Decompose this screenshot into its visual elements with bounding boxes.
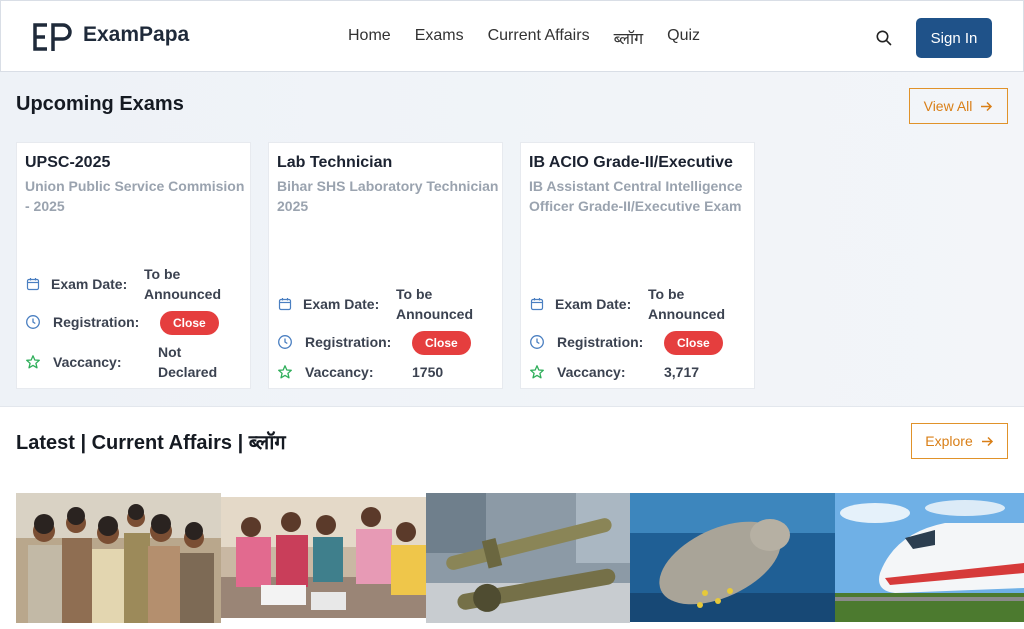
explore-button[interactable]: Explore xyxy=(911,423,1008,459)
latest-section-title: Latest | Current Affairs | ब्लॉग xyxy=(16,432,286,454)
registration-label: Registration: xyxy=(557,334,644,350)
exam-card-title: IB ACIO Grade-II/Executive xyxy=(529,154,733,171)
children-photo xyxy=(16,493,221,623)
exam-card-subtitle: Union Public Service Commision - 2025 xyxy=(25,178,245,214)
article-thumbnail-women-group[interactable] xyxy=(221,497,426,618)
status-badge: Close xyxy=(412,331,471,355)
exam-date-value: To be Announced xyxy=(144,266,221,302)
exam-date-label: Exam Date: xyxy=(555,296,632,312)
examPapa-logo-icon xyxy=(33,23,72,51)
status-badge: Close xyxy=(664,331,723,355)
star-icon xyxy=(278,365,292,379)
vacancy-row: Vaccancy: xyxy=(25,354,122,370)
logo-text: ExamPapa xyxy=(83,23,190,46)
vacancy-label: Vaccancy: xyxy=(305,364,374,380)
top-navbar: ExamPapa Home Exams Current Affairs ब्लॉ… xyxy=(0,0,1024,72)
article-thumbnail-children[interactable] xyxy=(16,493,221,623)
article-thumbnail-missile[interactable] xyxy=(426,493,630,623)
vacancy-row: Vaccancy: xyxy=(277,364,374,380)
registration-row: Registration: xyxy=(529,334,643,350)
women-group-photo xyxy=(221,497,426,618)
nav-home[interactable]: Home xyxy=(348,27,391,49)
star-icon xyxy=(530,365,544,379)
article-thumbnail-train[interactable] xyxy=(835,493,1024,622)
exam-card[interactable]: IB ACIO Grade-II/Executive IB Assistant … xyxy=(520,142,755,389)
dugong-photo xyxy=(630,493,835,622)
exam-date-row: Exam Date: xyxy=(529,296,631,312)
arrow-right-icon xyxy=(981,436,993,446)
article-thumbnail-dugong[interactable] xyxy=(630,493,835,622)
calendar-icon xyxy=(530,298,544,311)
exam-date-label: Exam Date: xyxy=(51,276,128,292)
registration-row: Registration: xyxy=(277,334,391,350)
explore-label: Explore xyxy=(925,433,973,449)
train-photo xyxy=(835,493,1024,622)
exam-card-subtitle: Bihar SHS Laboratory Technician 2025 xyxy=(277,178,499,214)
arrow-right-icon xyxy=(981,101,993,111)
status-badge: Close xyxy=(160,311,219,335)
calendar-icon xyxy=(278,298,292,311)
vacancy-label: Vaccancy: xyxy=(53,354,122,370)
logo[interactable]: ExamPapa xyxy=(33,21,189,53)
registration-label: Registration: xyxy=(305,334,392,350)
exam-date-value: To be Announced xyxy=(648,286,725,322)
exam-card-subtitle: IB Assistant Central Intelligence Office… xyxy=(529,178,743,214)
vacancy-label: Vaccancy: xyxy=(557,364,626,380)
clock-icon xyxy=(278,335,292,349)
upcoming-exams-title: Upcoming Exams xyxy=(16,93,184,115)
search-icon[interactable] xyxy=(875,29,893,47)
nav-quiz[interactable]: Quiz xyxy=(667,27,700,49)
view-all-button[interactable]: View All xyxy=(909,88,1008,124)
sign-in-button[interactable]: Sign In xyxy=(916,18,992,58)
exam-card[interactable]: Lab Technician Bihar SHS Laboratory Tech… xyxy=(268,142,503,389)
exam-date-label: Exam Date: xyxy=(303,296,380,312)
main-nav: Home Exams Current Affairs ब्लॉग Quiz xyxy=(348,27,700,49)
exam-date-row: Exam Date: xyxy=(277,296,379,312)
vacancy-value: Not Declared xyxy=(158,344,218,380)
registration-label: Registration: xyxy=(53,314,140,330)
star-icon xyxy=(26,355,40,369)
calendar-icon xyxy=(26,278,40,291)
clock-icon xyxy=(26,315,40,329)
nav-exams[interactable]: Exams xyxy=(415,27,464,49)
nav-blog[interactable]: ब्लॉग xyxy=(614,27,644,49)
exam-card[interactable]: UPSC-2025 Union Public Service Commision… xyxy=(16,142,251,389)
clock-icon xyxy=(530,335,544,349)
vacancy-value: 3,717 xyxy=(664,364,700,380)
vacancy-row: Vaccancy: xyxy=(529,364,626,380)
exam-date-row: Exam Date: xyxy=(25,276,127,292)
exam-date-value: To be Announced xyxy=(396,286,473,322)
view-all-label: View All xyxy=(923,98,973,114)
vacancy-value: 1750 xyxy=(412,364,444,380)
nav-current-affairs[interactable]: Current Affairs xyxy=(488,27,590,49)
missile-photo xyxy=(426,493,630,623)
registration-row: Registration: xyxy=(25,314,139,330)
exam-card-title: UPSC-2025 xyxy=(25,154,111,171)
exam-card-title: Lab Technician xyxy=(277,154,393,171)
